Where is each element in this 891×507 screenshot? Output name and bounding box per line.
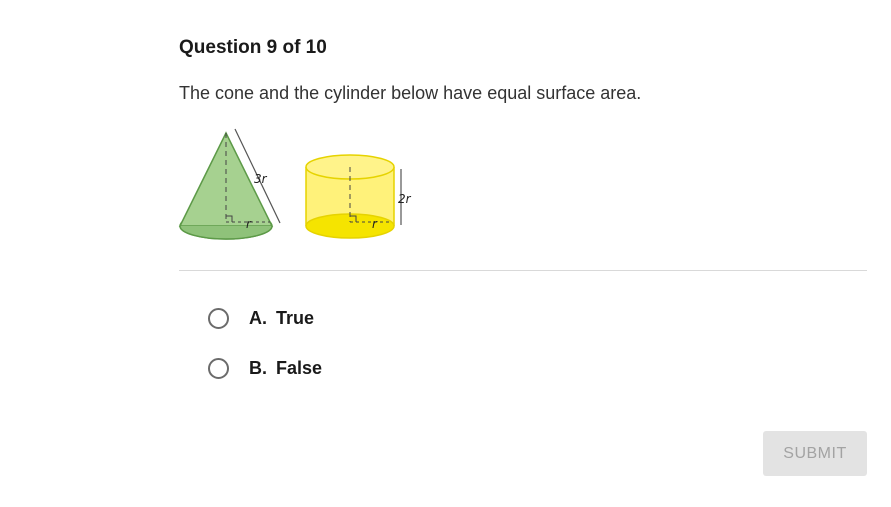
cone-cylinder-figure: 3r r 2r r: [178, 128, 412, 240]
divider: [179, 270, 867, 271]
question-prompt: The cone and the cylinder below have equ…: [179, 83, 642, 103]
cylinder-base: [305, 213, 395, 239]
choice-a[interactable]: A. True: [208, 304, 314, 332]
cone-slant-label: 3r: [254, 172, 268, 186]
cone-figure: 3r r: [178, 128, 281, 240]
cone-base-front: [179, 225, 273, 240]
choice-b-letter: B.: [249, 357, 267, 378]
choice-a-letter: A.: [249, 307, 267, 328]
radio-button-b[interactable]: [208, 357, 229, 379]
cylinder-figure: 2r r: [305, 154, 412, 239]
choice-b[interactable]: B. False: [208, 354, 322, 382]
submit-button[interactable]: SUBMIT: [763, 431, 867, 476]
choice-b-text: False: [276, 357, 323, 378]
choice-a-text: True: [276, 307, 315, 328]
cylinder-height-label: 2r: [398, 192, 412, 206]
question-header: Question 9 of 10: [179, 37, 327, 58]
radio-button-a[interactable]: [208, 307, 229, 329]
